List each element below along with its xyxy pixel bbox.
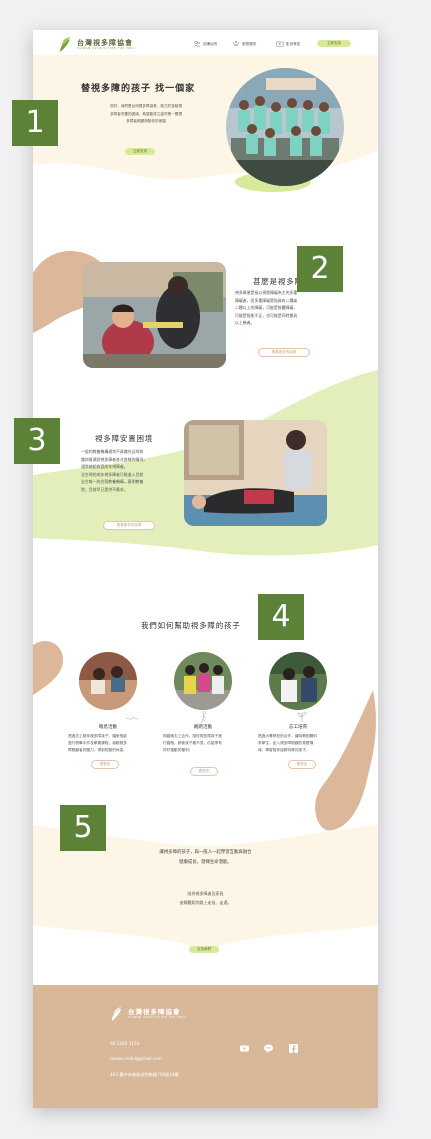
card-text: 透過大專院校的合作，讓特教相關科 系學生、走入視多障照顧的真實場 域，學習陪伴這… <box>258 734 317 752</box>
nav-item-label: 服務類別 <box>242 41 257 46</box>
hero-title: 替視多障的孩子 找一個家 <box>81 84 196 94</box>
runner-line-icon <box>200 711 207 724</box>
logo-leaf-icon <box>60 37 70 52</box>
support-now-nav-button[interactable]: 立即支持 <box>317 40 351 47</box>
logo-leaf-icon <box>111 1007 122 1021</box>
youtube-icon[interactable] <box>239 1043 250 1054</box>
video-icon <box>276 41 284 47</box>
hero-text: 您好，我們是台灣視多障協會，致力於突破視 多障者安置的困境，希望能成立臺灣第一間… <box>110 104 182 123</box>
hero-support-button[interactable]: 立即支持 <box>125 148 155 155</box>
card-respite: 喘息活動 透過志工陪伴視多障孩子，讓家長能 進行簡單手作及學員課程，減輕視多 障… <box>68 652 148 769</box>
help-title: 我們如何幫助視多障的孩子 <box>141 621 241 630</box>
logo-title: 台灣視多障協會 <box>77 38 133 47</box>
line-chat-icon[interactable] <box>263 1043 274 1054</box>
annotation-step-1: 1 <box>12 100 58 146</box>
cta-subtext: 陪伴視多障者及家長 這條艱鉅的路上走長、走遠。 <box>179 891 232 905</box>
dilemma-text: 一般的教養機構通常不具備充足的知 識與資源對視多障者各式各樣的情況， 通常婉拒收… <box>81 449 148 492</box>
tan-blob-left-2 <box>33 640 63 695</box>
annotation-step-3: 3 <box>14 418 60 464</box>
card-more-button[interactable]: 看更多 <box>190 767 218 776</box>
volunteer-photo <box>269 652 327 710</box>
card-title: 志工培育 <box>288 725 308 730</box>
therapy-photo <box>184 420 327 526</box>
cta-support-button[interactable]: 支持我們 <box>189 946 219 953</box>
dilemma-title: 視多障安置困境 <box>95 434 154 443</box>
footer-logo[interactable]: 台灣視多障協會 TAIWAN ASSOCIATION FOR MDVI <box>110 1006 186 1022</box>
site-logo[interactable]: 台灣視多障協會 TAIWAN ASSOCIATION FOR MDVI <box>58 36 135 53</box>
page-canvas: 台灣視多障協會 TAIWAN ASSOCIATION FOR MDVI 認識協會… <box>33 30 378 1108</box>
nav-item-label: 影音專區 <box>286 41 301 46</box>
footer-phone: 04 2265 3153 <box>110 1041 140 1046</box>
annotation-step-4: 4 <box>258 594 304 640</box>
footer: 台灣視多障協會 TAIWAN ASSOCIATION FOR MDVI 04 2… <box>33 985 378 1108</box>
hands-line-icon <box>125 717 139 720</box>
footer-address: 402 臺中市南區忠明南路758號10樓 <box>110 1072 179 1077</box>
what-more-button[interactable]: 看看更多的說明 <box>258 348 310 357</box>
nav-item-services[interactable]: 服務類別 <box>232 40 256 48</box>
footer-email[interactable]: taiwan.mdvi@gmail.com <box>110 1056 162 1061</box>
footer-logo-subtitle: TAIWAN ASSOCIATION FOR MDVI <box>128 1016 187 1019</box>
annotation-step-5: 5 <box>60 805 106 851</box>
running-photo <box>174 652 232 710</box>
facebook-icon[interactable] <box>288 1043 299 1054</box>
people-icon <box>193 40 201 48</box>
card-more-button[interactable]: 看更多 <box>288 760 316 769</box>
footer-logo-title: 台灣視多障協會 <box>128 1008 181 1016</box>
nav-item-about[interactable]: 認識協會 <box>193 40 217 48</box>
card-text: 與路跑志工合作，陪伴視多障孩子進 行路跑，即使孩子看不見，仍能享有 好好運動的權… <box>163 734 222 752</box>
hero-group-photo <box>226 68 344 186</box>
respite-photo <box>79 652 137 710</box>
sprout-line-icon <box>297 711 307 722</box>
nav-item-label: 認識協會 <box>203 41 218 46</box>
annotation-step-2: 2 <box>297 246 343 292</box>
card-running: 路跑活動 與路跑志工合作，陪伴視多障孩子進 行路跑，即使孩子看不見，仍能享有 好… <box>163 652 243 776</box>
card-title: 喘息活動 <box>98 725 118 730</box>
child-activity-photo <box>83 262 226 368</box>
dilemma-more-button[interactable]: 看看更多的說明 <box>103 521 155 530</box>
what-title: 甚麼是視多障 <box>253 277 303 286</box>
what-text: 視多障便是指以視覺障礙為主的多重 障礙者，而多重障礙是指具有二種或 二種以上的障… <box>235 290 298 325</box>
cta-text: 讓視多障的孩子，與一般人一起學習互動與融合 健康成長，發揮生命潛能。 <box>159 850 252 865</box>
logo-subtitle: TAIWAN ASSOCIATION FOR MDVI <box>77 46 136 50</box>
card-more-button[interactable]: 看更多 <box>91 760 119 769</box>
top-navigation: 台灣視多障協會 TAIWAN ASSOCIATION FOR MDVI 認識協會… <box>33 30 378 60</box>
card-volunteer: 志工培育 透過大專院校的合作，讓特教相關科 系學生、走入視多障照顧的真實場 域，… <box>258 652 338 769</box>
nav-item-media[interactable]: 影音專區 <box>276 40 300 48</box>
card-text: 透過志工陪伴視多障孩子，讓家長能 進行簡單手作及學員課程，減輕視多 障照顧者的壓… <box>68 734 127 752</box>
hands-icon <box>232 40 240 47</box>
